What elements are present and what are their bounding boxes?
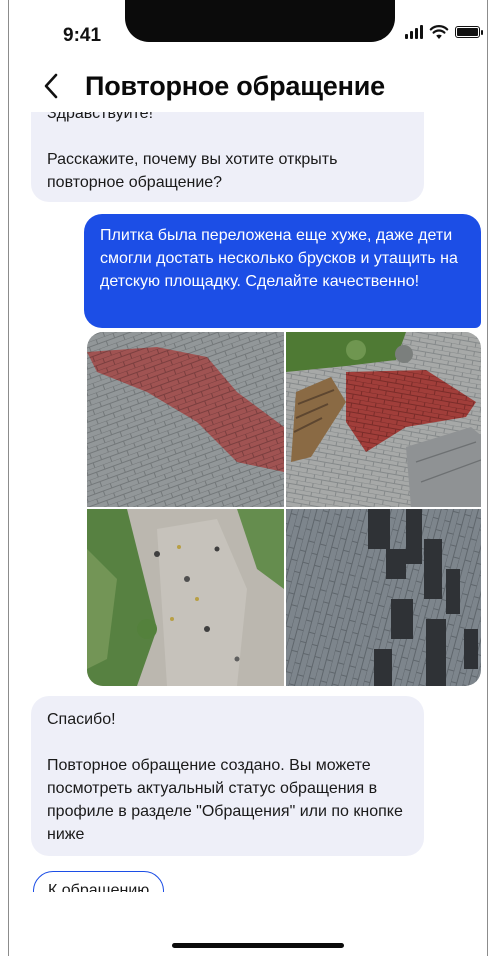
attachment-photo[interactable] <box>87 509 284 686</box>
device-notch <box>125 0 395 42</box>
battery-icon <box>455 26 483 38</box>
message-text: Повторное обращение создано. Вы можете п… <box>47 757 403 843</box>
chat-thread[interactable]: Здравствуйте! Расскажите, почему вы хоти… <box>9 112 487 892</box>
message-greeting: Здравствуйте! <box>47 112 154 122</box>
phone-screen: 9:41 Повторное обращение Здравствуйте! Р… <box>8 0 488 956</box>
message-text: Плитка была переложена еще хуже, даже де… <box>100 227 458 290</box>
page-title: Повторное обращение <box>85 70 385 101</box>
chevron-left-icon <box>44 73 58 99</box>
status-icons <box>405 24 483 40</box>
wifi-icon <box>429 25 449 39</box>
home-indicator[interactable] <box>172 943 344 948</box>
support-message: Спасибо! Повторное обращение создано. Вы… <box>31 696 424 856</box>
photo-attachments <box>87 332 481 686</box>
user-message: Плитка была переложена еще хуже, даже де… <box>84 214 481 328</box>
attachment-photo[interactable] <box>286 509 481 686</box>
status-time: 9:41 <box>63 25 102 46</box>
message-title: Спасибо! <box>47 711 116 728</box>
message-text: Расскажите, почему вы хотите открыть пов… <box>47 151 338 191</box>
back-button[interactable] <box>43 68 73 104</box>
attachment-photo[interactable] <box>286 332 481 507</box>
signal-icon <box>405 25 423 39</box>
header: Повторное обращение <box>43 68 385 104</box>
open-request-button[interactable]: К обращению <box>33 871 165 892</box>
support-message: Здравствуйте! Расскажите, почему вы хоти… <box>31 112 424 202</box>
attachment-photo[interactable] <box>87 332 284 507</box>
